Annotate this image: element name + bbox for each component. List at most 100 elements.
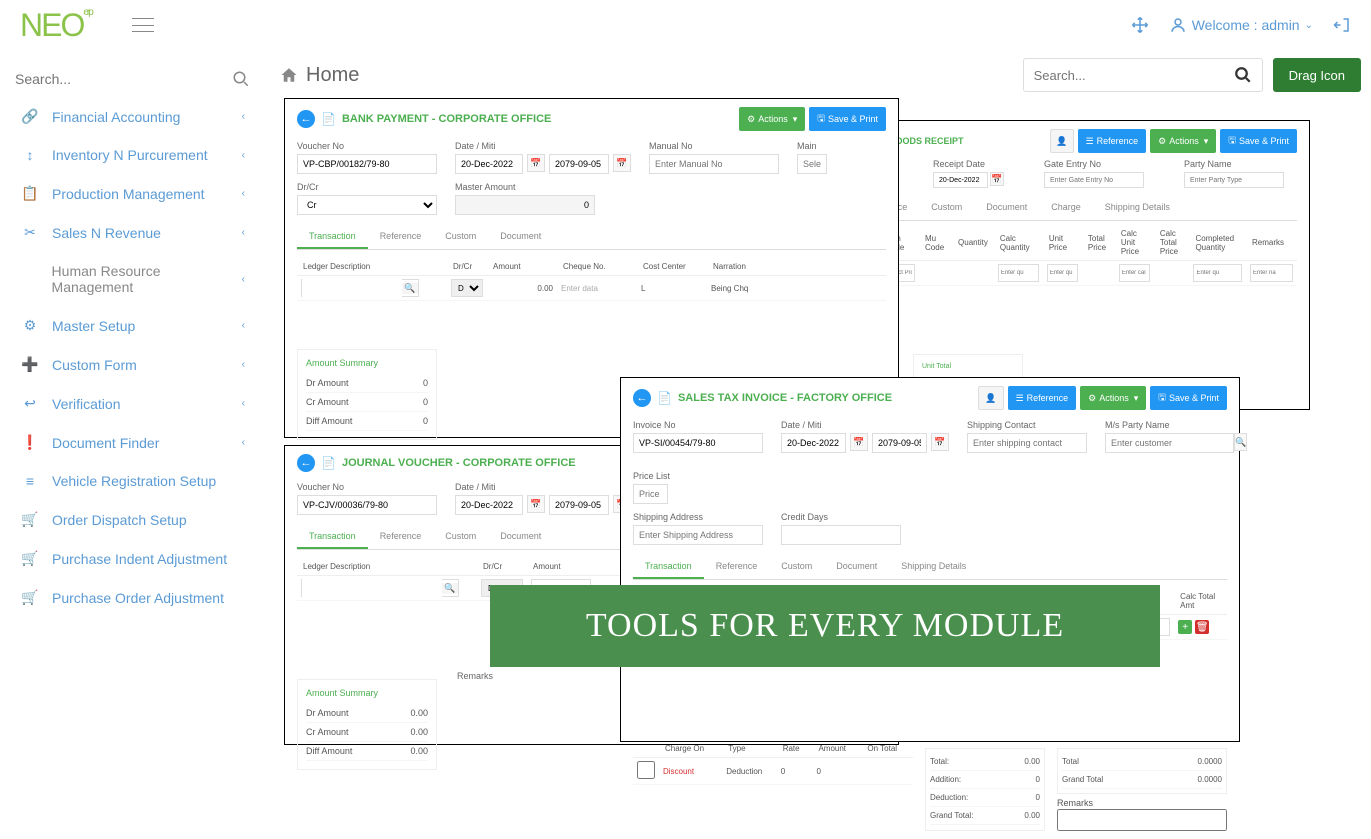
signout-icon[interactable] bbox=[1333, 16, 1351, 34]
party-input[interactable] bbox=[1184, 172, 1284, 188]
remarks-input[interactable] bbox=[1250, 264, 1293, 282]
cut-icon: ✂ bbox=[20, 224, 40, 241]
tab-custom[interactable]: Custom bbox=[919, 196, 974, 220]
main-search-input[interactable] bbox=[1034, 68, 1234, 83]
ship-contact-input[interactable] bbox=[967, 433, 1087, 453]
voucher-input[interactable] bbox=[297, 495, 437, 515]
move-icon[interactable] bbox=[1131, 16, 1149, 34]
user-button[interactable]: 👤 bbox=[978, 386, 1003, 410]
delete-row-icon[interactable]: 🗑 bbox=[1195, 620, 1209, 634]
tab-reference[interactable]: Reference bbox=[368, 225, 434, 249]
sidebar-item-human-resource-management[interactable]: Human Resource Management‹ bbox=[15, 252, 250, 306]
sidebar-item-production-management[interactable]: 📋Production Management‹ bbox=[15, 174, 250, 213]
remarks-input[interactable] bbox=[1057, 809, 1227, 831]
miti-input[interactable] bbox=[549, 154, 609, 174]
main-select[interactable] bbox=[797, 154, 827, 174]
tab-transaction[interactable]: Transaction bbox=[297, 525, 368, 549]
table-row: 🔍 Dr 0.00 Enter data L Being Chq bbox=[297, 276, 886, 301]
reference-button[interactable]: ☰ Reference bbox=[1078, 129, 1147, 153]
calendar-icon[interactable]: 📅 bbox=[931, 433, 949, 451]
rdate-input[interactable] bbox=[933, 172, 988, 188]
user-button[interactable]: 👤 bbox=[1050, 129, 1073, 153]
ship-addr-input[interactable] bbox=[633, 525, 763, 545]
actions-button[interactable]: ⚙ Actions bbox=[1150, 129, 1216, 153]
sidebar-item-master-setup[interactable]: ⚙Master Setup‹ bbox=[15, 306, 250, 345]
drag-icon-button[interactable]: Drag Icon bbox=[1273, 58, 1361, 92]
ledger-search[interactable]: 🔍 bbox=[301, 579, 459, 597]
tab-custom[interactable]: Custom bbox=[433, 525, 488, 549]
actions-button[interactable]: ⚙ Actions bbox=[739, 107, 805, 131]
search-icon[interactable]: 🔍 bbox=[442, 583, 458, 594]
tab-shipping-details[interactable]: Shipping Details bbox=[889, 555, 978, 579]
sidebar-item-financial-accounting[interactable]: 🔗Financial Accounting‹ bbox=[15, 97, 250, 136]
manual-input[interactable] bbox=[649, 154, 779, 174]
gate-input[interactable] bbox=[1044, 172, 1144, 188]
ledger-search[interactable]: 🔍 bbox=[301, 279, 419, 297]
sidebar-item-inventory-n-purcurement[interactable]: ↕Inventory N Purcurement‹ bbox=[15, 136, 250, 174]
invoice-input[interactable] bbox=[633, 433, 763, 453]
tab-charge[interactable]: Charge bbox=[1039, 196, 1093, 220]
reference-button[interactable]: ☰ Reference bbox=[1008, 386, 1077, 410]
unit-price-input[interactable] bbox=[1047, 264, 1078, 282]
calendar-icon[interactable]: 📅 bbox=[990, 172, 1004, 186]
actions-button[interactable]: ⚙ Actions bbox=[1080, 386, 1146, 410]
voucher-input[interactable] bbox=[297, 154, 437, 174]
sidebar-item-vehicle-registration-setup[interactable]: ≡Vehicle Registration Setup bbox=[15, 462, 250, 500]
user-welcome[interactable]: Welcome : admin ⌄ bbox=[1169, 16, 1313, 34]
miti-input[interactable] bbox=[872, 433, 927, 453]
tab-document[interactable]: Document bbox=[488, 525, 553, 549]
date-input[interactable] bbox=[455, 154, 523, 174]
price-input[interactable] bbox=[633, 484, 668, 504]
hamburger-icon[interactable] bbox=[132, 18, 154, 32]
cheque-cell[interactable]: Enter data bbox=[557, 276, 637, 301]
search-icon[interactable] bbox=[1234, 66, 1252, 84]
user-icon bbox=[1169, 16, 1187, 34]
date-input[interactable] bbox=[781, 433, 846, 453]
tab-reference[interactable]: Reference bbox=[704, 555, 770, 579]
search-icon[interactable] bbox=[232, 68, 250, 89]
tab-document[interactable]: Document bbox=[824, 555, 889, 579]
calendar-icon[interactable]: 📅 bbox=[527, 495, 545, 513]
comp-qty-input[interactable] bbox=[1193, 264, 1242, 282]
tab-document[interactable]: Document bbox=[488, 225, 553, 249]
back-icon[interactable]: ← bbox=[297, 454, 315, 472]
miti-input[interactable] bbox=[549, 495, 609, 515]
sidebar-item-sales-n-revenue[interactable]: ✂Sales N Revenue‹ bbox=[15, 213, 250, 252]
sidebar-search-input[interactable] bbox=[15, 71, 232, 87]
tab-custom[interactable]: Custom bbox=[769, 555, 824, 579]
back-icon[interactable]: ← bbox=[633, 389, 651, 407]
breadcrumb-home[interactable]: Home bbox=[280, 64, 359, 87]
sidebar-item-custom-form[interactable]: ➕Custom Form‹ bbox=[15, 345, 250, 384]
calendar-icon[interactable]: 📅 bbox=[613, 154, 631, 172]
tab-custom[interactable]: Custom bbox=[433, 225, 488, 249]
save-print-button[interactable]: 🖫 Save & Print bbox=[1150, 386, 1227, 410]
calc-unit-input[interactable] bbox=[1119, 264, 1150, 282]
credit-input[interactable] bbox=[781, 525, 901, 545]
back-icon[interactable]: ← bbox=[297, 110, 315, 128]
sidebar-item-purchase-indent-adjustment[interactable]: 🛒Purchase Indent Adjustment bbox=[15, 539, 250, 578]
save-print-button[interactable]: 🖫 Save & Print bbox=[809, 107, 886, 131]
tab-transaction[interactable]: Transaction bbox=[633, 555, 704, 579]
search-icon[interactable]: 🔍 bbox=[402, 283, 418, 294]
tab-transaction[interactable]: Transaction bbox=[297, 225, 368, 249]
tab-reference[interactable]: Reference bbox=[368, 525, 434, 549]
tab-shipping-details[interactable]: Shipping Details bbox=[1093, 196, 1182, 220]
sidebar-item-order-dispatch-setup[interactable]: 🛒Order Dispatch Setup bbox=[15, 500, 250, 539]
search-icon[interactable]: 🔍 bbox=[1234, 433, 1247, 451]
party-input[interactable] bbox=[1105, 433, 1234, 453]
drcr-select[interactable]: Dr bbox=[451, 279, 483, 297]
calc-qty-input[interactable] bbox=[998, 264, 1039, 282]
sidebar-item-verification[interactable]: ↩Verification‹ bbox=[15, 384, 250, 423]
sidebar-item-document-finder[interactable]: ❗Document Finder‹ bbox=[15, 423, 250, 462]
col-header: Quantity bbox=[952, 225, 994, 261]
save-print-button[interactable]: 🖫 Save & Print bbox=[1220, 129, 1297, 153]
tab-document[interactable]: Document bbox=[974, 196, 1039, 220]
drcr-select[interactable]: Cr bbox=[297, 195, 437, 215]
add-row-icon[interactable]: + bbox=[1178, 620, 1192, 634]
date-input[interactable] bbox=[455, 495, 523, 515]
narration-cell[interactable]: Being Chq bbox=[707, 276, 886, 301]
charge-check[interactable] bbox=[637, 761, 655, 779]
calendar-icon[interactable]: 📅 bbox=[527, 154, 545, 172]
sidebar-item-purchase-order-adjustment[interactable]: 🛒Purchase Order Adjustment bbox=[15, 578, 250, 617]
calendar-icon[interactable]: 📅 bbox=[850, 433, 868, 451]
